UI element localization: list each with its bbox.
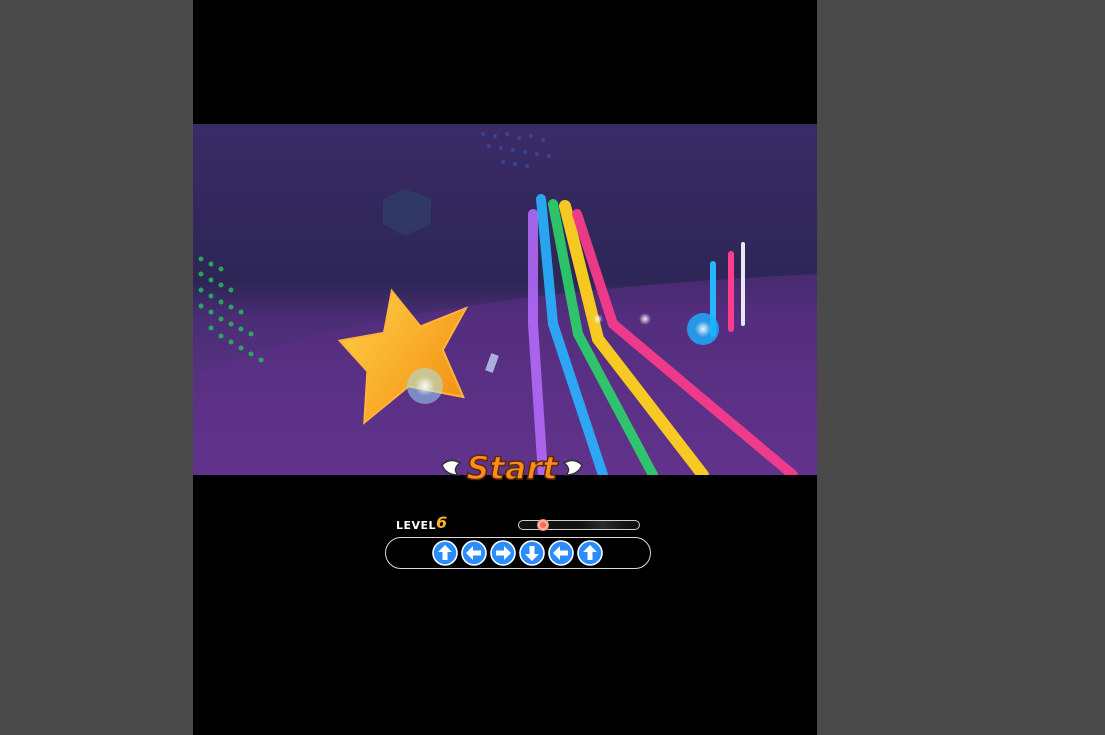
left-arrow-icon [461,540,487,566]
game-scene [193,124,817,475]
game-viewport: Start LEVEL 6 [193,0,817,735]
level-value: 6 [436,513,448,532]
arrow-sequence-bar [385,537,651,569]
song-progress-bar [518,519,640,531]
progress-knob [537,519,549,531]
up-arrow-icon [577,540,603,566]
left-arrow-icon [548,540,574,566]
start-banner: Start [440,443,584,493]
level-label: LEVEL [396,519,437,532]
up-arrow-icon [432,540,458,566]
right-arrow-icon [490,540,516,566]
start-banner-text: Start [466,449,559,487]
scene-art [193,124,817,475]
down-arrow-icon [519,540,545,566]
